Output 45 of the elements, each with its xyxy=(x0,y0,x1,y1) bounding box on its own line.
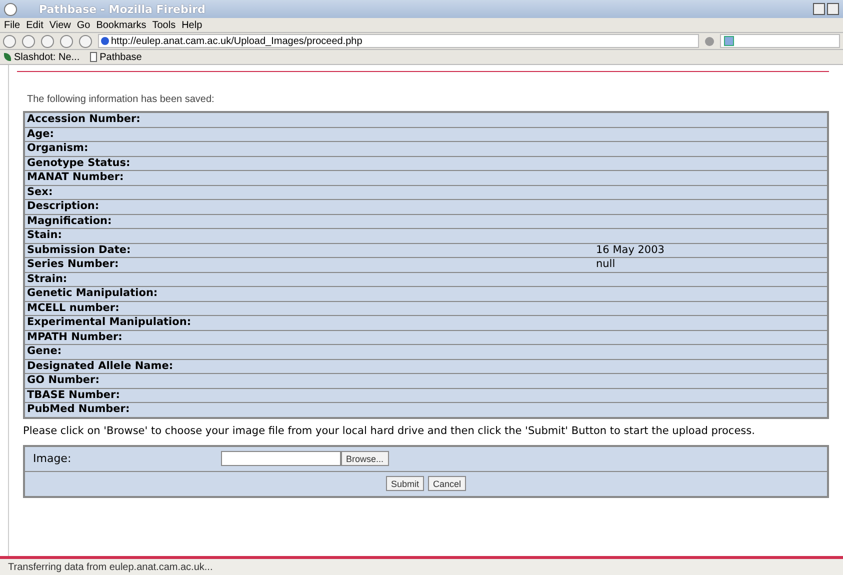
field-label: Genotype Status: xyxy=(27,156,130,169)
field-label: TBASE Number: xyxy=(27,388,120,401)
field-label: Experimental Manipulation: xyxy=(27,316,192,328)
field-label: Magnification: xyxy=(27,214,112,227)
field-label: Strain: xyxy=(27,272,68,285)
field-label: Organism: xyxy=(27,142,88,154)
instructions-text: Please click on 'Browse' to choose your image file from your local hard drive and then click the 'Submit' Button to start the upload process. xyxy=(23,424,756,436)
field-label: Image: xyxy=(33,452,72,465)
leaf-icon xyxy=(4,53,11,61)
field-label: Gene: xyxy=(27,345,62,358)
menu-item[interactable]: Go xyxy=(76,20,90,30)
field-label: Age: xyxy=(27,128,54,140)
form-button[interactable]: Cancel xyxy=(428,476,466,491)
field-value: null xyxy=(596,258,616,270)
field-label: Genetic Manipulation: xyxy=(27,287,158,300)
field-label: Designated Allele Name: xyxy=(27,360,174,372)
bookmark-link[interactable]: Slashdot: Ne... xyxy=(4,52,80,62)
menu-item[interactable]: Edit xyxy=(26,20,44,30)
field-label: Submission Date: xyxy=(27,244,131,256)
field-label: MPATH Number: xyxy=(27,330,122,343)
browse-button[interactable]: Browse... xyxy=(341,451,389,466)
page-icon xyxy=(90,52,97,62)
menu-item[interactable]: Tools xyxy=(152,20,176,30)
menu-item[interactable]: File xyxy=(4,20,20,30)
field-label: Stain: xyxy=(27,229,62,242)
menu-item[interactable]: Help xyxy=(182,20,202,30)
menu-item[interactable]: Bookmarks xyxy=(96,20,146,30)
field-label: MCELL number: xyxy=(27,302,120,314)
address-field[interactable]: http://eulep.anat.cam.ac.uk/Upload_Images/proceed.php xyxy=(98,34,699,48)
field-label: Description: xyxy=(27,200,100,212)
field-label: Accession Number: xyxy=(27,113,140,126)
field-label: PubMed Number: xyxy=(27,403,130,416)
field-label: Series Number: xyxy=(27,258,119,270)
field-label: MANAT Number: xyxy=(27,171,124,184)
intro-text: The following information has been saved: xyxy=(27,94,216,105)
menu-item[interactable]: View xyxy=(49,20,71,30)
field-label: GO Number: xyxy=(27,374,100,386)
form-button[interactable]: Submit xyxy=(386,476,424,491)
field-value: 16 May 2003 xyxy=(596,244,664,256)
window-title: Pathbase - Mozilla Firebird xyxy=(38,2,206,16)
search-field[interactable] xyxy=(720,34,840,48)
field-label: Sex: xyxy=(27,186,53,198)
status-text: Transferring data from eulep.anat.cam.ac.uk... xyxy=(8,562,213,572)
bookmark-link[interactable]: Pathbase xyxy=(90,52,142,62)
file-path-field[interactable] xyxy=(221,451,341,466)
